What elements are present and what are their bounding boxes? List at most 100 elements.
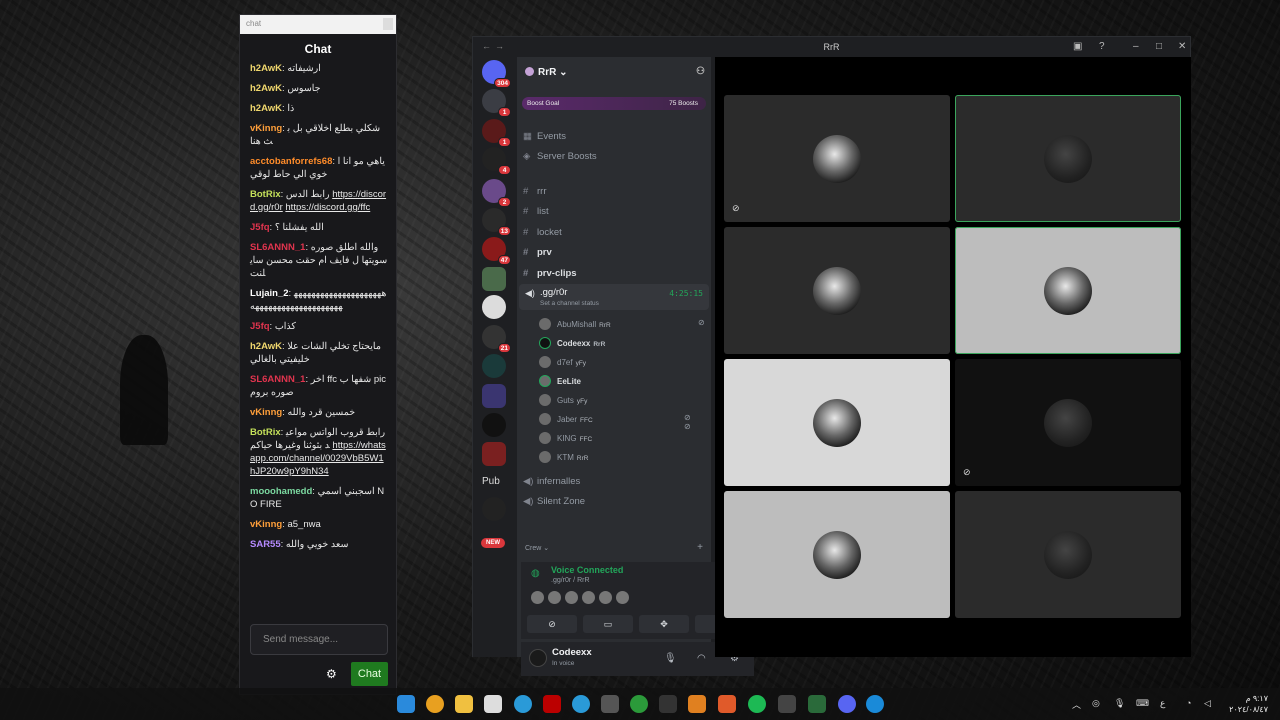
chat-username[interactable]: SL6ANNN_1 <box>250 242 305 253</box>
keyboard-icon[interactable]: ⌨ <box>1136 698 1149 709</box>
server-header[interactable]: RrR ⌄ ⚇ <box>517 57 711 87</box>
chat-username[interactable]: SAR55 <box>250 539 281 550</box>
chat-username[interactable]: mooohamedd <box>250 486 312 497</box>
server-icon[interactable]: 4 <box>482 147 511 175</box>
voice-channel-infernalles[interactable]: ◀) infernalles <box>523 476 580 487</box>
server-icon[interactable]: 13 <box>482 208 511 236</box>
screen-share-button[interactable]: ▭ <box>583 615 633 633</box>
avatar[interactable] <box>531 591 544 604</box>
voice-user[interactable]: AbuMishall RrR ⊘ <box>539 318 705 330</box>
server-icon[interactable] <box>482 497 506 521</box>
close-icon[interactable] <box>383 18 393 30</box>
server-icon[interactable] <box>482 267 506 291</box>
edge-icon[interactable] <box>866 695 884 713</box>
chat-username[interactable]: h2AwK <box>250 63 282 74</box>
wifi-icon[interactable]: ◔ <box>1186 698 1191 708</box>
server-icon[interactable]: 2 <box>482 179 511 207</box>
obs-icon[interactable] <box>601 695 619 713</box>
chat-username[interactable]: BotRix <box>250 189 281 200</box>
server-icon[interactable] <box>482 354 506 378</box>
menu-server-boosts[interactable]: ◈ Server Boosts <box>523 151 597 162</box>
microphone-icon[interactable]: 🎙 <box>664 653 677 664</box>
voice-user[interactable]: Jaber FFC ⊘ ⊘ <box>539 413 691 431</box>
telegram-icon[interactable] <box>514 695 532 713</box>
avatar[interactable] <box>548 591 561 604</box>
add-channel-icon[interactable]: + <box>697 542 703 553</box>
start-icon[interactable] <box>397 695 415 713</box>
chat-titlebar[interactable]: chat <box>240 15 396 34</box>
chrome-icon[interactable] <box>426 695 444 713</box>
help-icon[interactable]: ? <box>1099 41 1105 52</box>
file-explorer-icon[interactable] <box>455 695 473 713</box>
gear-icon[interactable]: ⚙ <box>326 668 338 680</box>
chat-username[interactable]: BotRix <box>250 427 281 438</box>
user-name[interactable]: Codeexx <box>552 647 592 658</box>
app-icon[interactable] <box>778 695 796 713</box>
chevron-up-icon[interactable]: ︿ <box>1072 698 1081 711</box>
voice-connected-title[interactable]: Voice Connected <box>551 565 623 575</box>
chat-username[interactable]: h2AwK <box>250 341 282 352</box>
voice-user[interactable]: KING FFC <box>539 432 592 444</box>
chat-username[interactable]: Lujain_2 <box>250 288 289 299</box>
category-crew[interactable]: Crew ⌄ <box>525 544 549 552</box>
microphone-icon[interactable]: 🎙 <box>1114 698 1125 709</box>
invite-people-icon[interactable]: ⚇ <box>696 66 705 77</box>
server-icon[interactable]: 47 <box>482 237 511 265</box>
avatar[interactable] <box>529 649 547 667</box>
chat-send-button[interactable]: Chat <box>351 662 388 686</box>
participant-tile[interactable]: ⊘ <box>955 359 1181 486</box>
channel-status[interactable]: Set a channel status <box>540 300 599 307</box>
participant-tile[interactable] <box>724 227 950 354</box>
voice-user[interactable]: Codeexx RrR <box>539 337 605 349</box>
participant-tile[interactable] <box>955 227 1181 354</box>
discord-icon[interactable] <box>838 695 856 713</box>
chat-username[interactable]: J5fq <box>250 222 270 233</box>
chat-username[interactable]: vKinng <box>250 519 282 530</box>
voice-channel-silent-zone[interactable]: ◀) Silent Zone <box>523 496 585 507</box>
participant-tile[interactable] <box>724 359 950 486</box>
close-window-icon[interactable]: ✕ <box>1178 41 1186 52</box>
inbox-icon[interactable]: ▣ <box>1073 41 1082 52</box>
boost-goal-bar[interactable]: Boost Goal 75 Boosts <box>522 97 706 110</box>
avatar[interactable] <box>616 591 629 604</box>
avatar[interactable] <box>599 591 612 604</box>
avatar[interactable] <box>565 591 578 604</box>
telegram-icon[interactable] <box>572 695 590 713</box>
voice-user[interactable]: KTM RrR <box>539 451 588 463</box>
server-pub-label[interactable]: Pub <box>482 476 500 487</box>
chat-message-list[interactable]: h2AwK: ارشيفاته h2AwK: جاسوس h2AwK: ذا vKin… <box>240 62 396 617</box>
channel-prv-clips[interactable]: # prv-clips <box>523 268 577 279</box>
chat-username[interactable]: vKinng <box>250 407 282 418</box>
clock[interactable]: ٩:١٧ م ٢٠٢٤/٠٨/٤٧ <box>1229 693 1268 715</box>
channel-rrr[interactable]: # rrr <box>523 186 547 197</box>
chat-message-input[interactable]: Send message... <box>250 624 388 655</box>
voice-user[interactable]: EeLite <box>539 375 581 387</box>
folder-icon[interactable] <box>482 384 506 408</box>
chat-username[interactable]: vKinng <box>250 123 282 134</box>
server-icon[interactable]: 1 <box>482 89 511 117</box>
netflix-icon[interactable] <box>543 695 561 713</box>
chat-link[interactable]: https://discord.gg/ffc <box>285 202 370 213</box>
dm-home-icon[interactable]: 304 <box>482 60 511 88</box>
chat-username[interactable]: J5fq <box>250 321 270 332</box>
maximize-icon[interactable]: □ <box>1156 41 1162 52</box>
chat-username[interactable]: SL6ANNN_1 <box>250 374 305 385</box>
server-icon[interactable] <box>482 442 506 466</box>
app-icon[interactable] <box>808 695 826 713</box>
avatar[interactable] <box>582 591 595 604</box>
xbox-icon[interactable] <box>630 695 648 713</box>
voice-channel-active[interactable]: ◀) .gg/r0r Set a channel status 4:25:15 <box>519 284 709 310</box>
minimize-icon[interactable]: – <box>1133 41 1139 52</box>
server-icon[interactable] <box>482 413 506 437</box>
participant-tile[interactable]: ⊘ <box>724 95 950 222</box>
channel-locket[interactable]: # locket <box>523 227 562 238</box>
app-icon[interactable] <box>688 695 706 713</box>
chat-username[interactable]: h2AwK <box>250 83 282 94</box>
app-icon[interactable] <box>659 695 677 713</box>
channel-prv[interactable]: # prv <box>523 247 552 258</box>
language-indicator[interactable]: ع <box>1160 698 1165 709</box>
server-icon[interactable]: 1 <box>482 119 511 147</box>
menu-events[interactable]: ▦ Events <box>523 131 566 142</box>
voice-user[interactable]: d7ef yFy <box>539 356 586 368</box>
participant-tile[interactable] <box>955 95 1181 222</box>
